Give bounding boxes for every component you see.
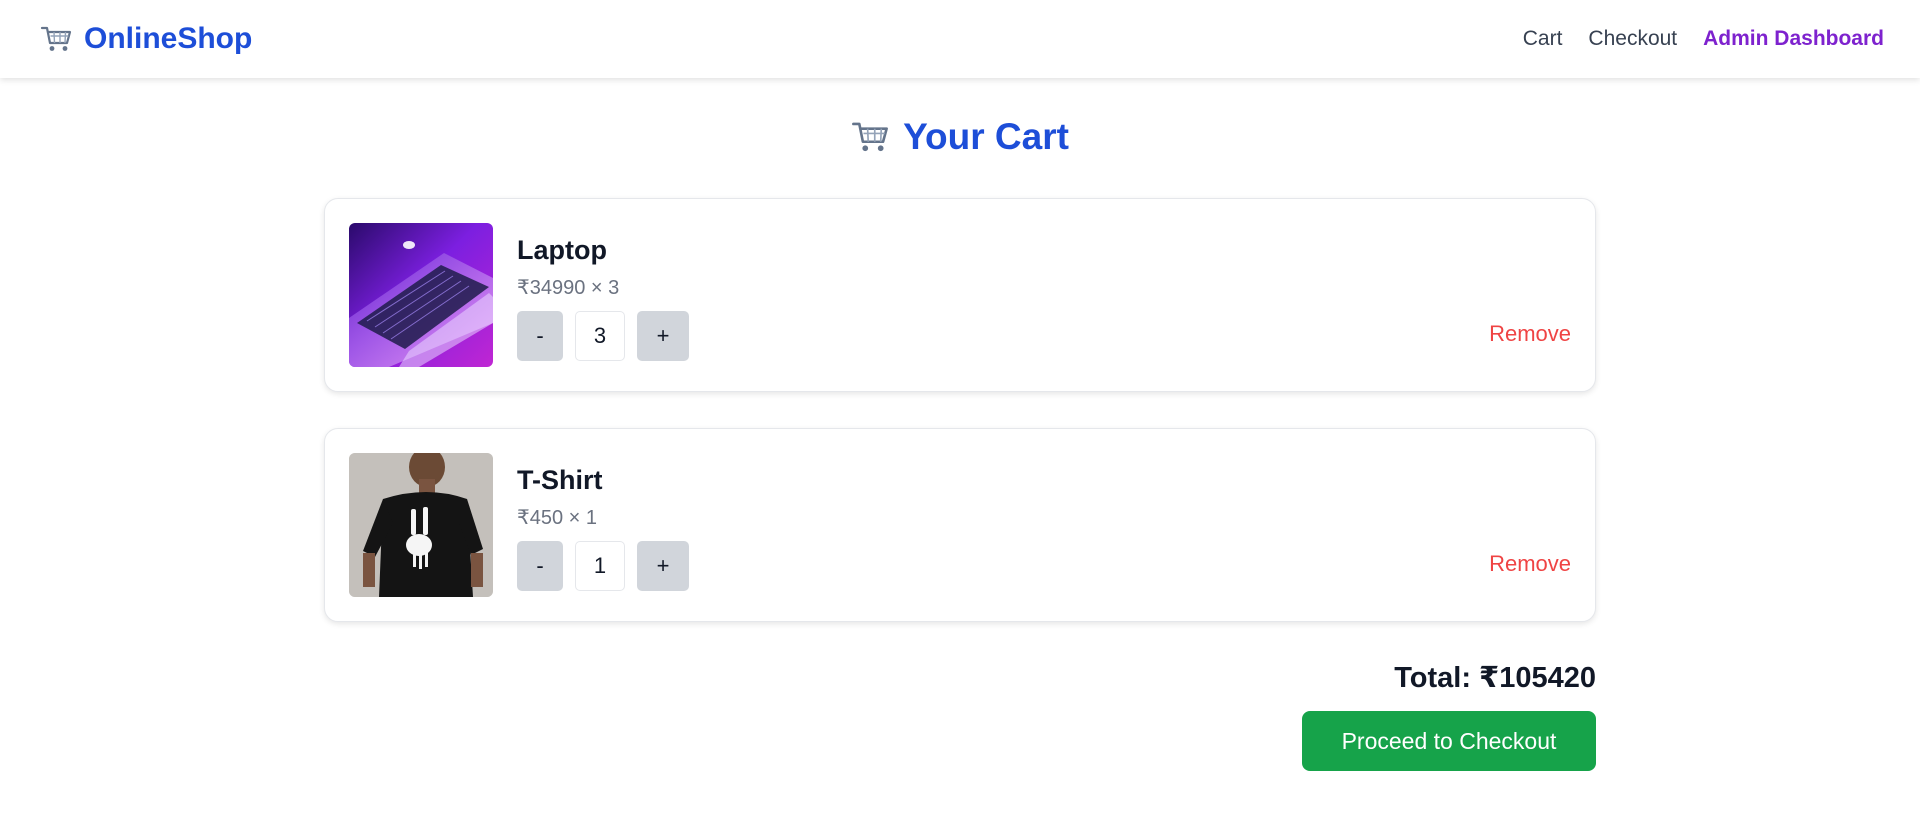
nav-link-cart[interactable]: Cart [1523, 27, 1563, 51]
remove-item-button[interactable]: Remove [1489, 321, 1571, 347]
nav-links: Cart Checkout Admin Dashboard [1523, 27, 1884, 51]
quantity-stepper: - + [517, 541, 689, 591]
increment-quantity-button[interactable]: + [637, 311, 689, 361]
brand-name: OnlineShop [84, 22, 253, 55]
quantity-input[interactable] [575, 541, 625, 591]
increment-quantity-button[interactable]: + [637, 541, 689, 591]
product-image-laptop [349, 223, 493, 367]
cart-item-card: T-Shirt ₹450 × 1 - + Remove [324, 428, 1596, 622]
remove-item-button[interactable]: Remove [1489, 551, 1571, 577]
quantity-stepper: - + [517, 311, 689, 361]
nav-link-admin-dashboard[interactable]: Admin Dashboard [1703, 27, 1884, 51]
page-title: Your Cart [0, 116, 1920, 158]
cart-total: Total: ₹105420 [1394, 662, 1596, 694]
shopping-cart-icon [40, 25, 72, 53]
item-name: Laptop [517, 235, 607, 265]
navbar: OnlineShop Cart Checkout Admin Dashboard [0, 0, 1920, 78]
quantity-input[interactable] [575, 311, 625, 361]
item-price: ₹34990 × 3 [517, 277, 620, 299]
shopping-cart-icon [851, 120, 889, 154]
nav-link-checkout[interactable]: Checkout [1588, 27, 1677, 51]
decrement-quantity-button[interactable]: - [517, 541, 563, 591]
page-title-text: Your Cart [903, 116, 1069, 157]
item-name: T-Shirt [517, 465, 603, 495]
item-price: ₹450 × 1 [517, 507, 598, 529]
brand-logo-link[interactable]: OnlineShop [40, 22, 252, 56]
cart-item-card: Laptop ₹34990 × 3 - + Remove [324, 198, 1596, 392]
decrement-quantity-button[interactable]: - [517, 311, 563, 361]
product-image-tshirt [349, 453, 493, 597]
proceed-to-checkout-button[interactable]: Proceed to Checkout [1302, 711, 1596, 771]
